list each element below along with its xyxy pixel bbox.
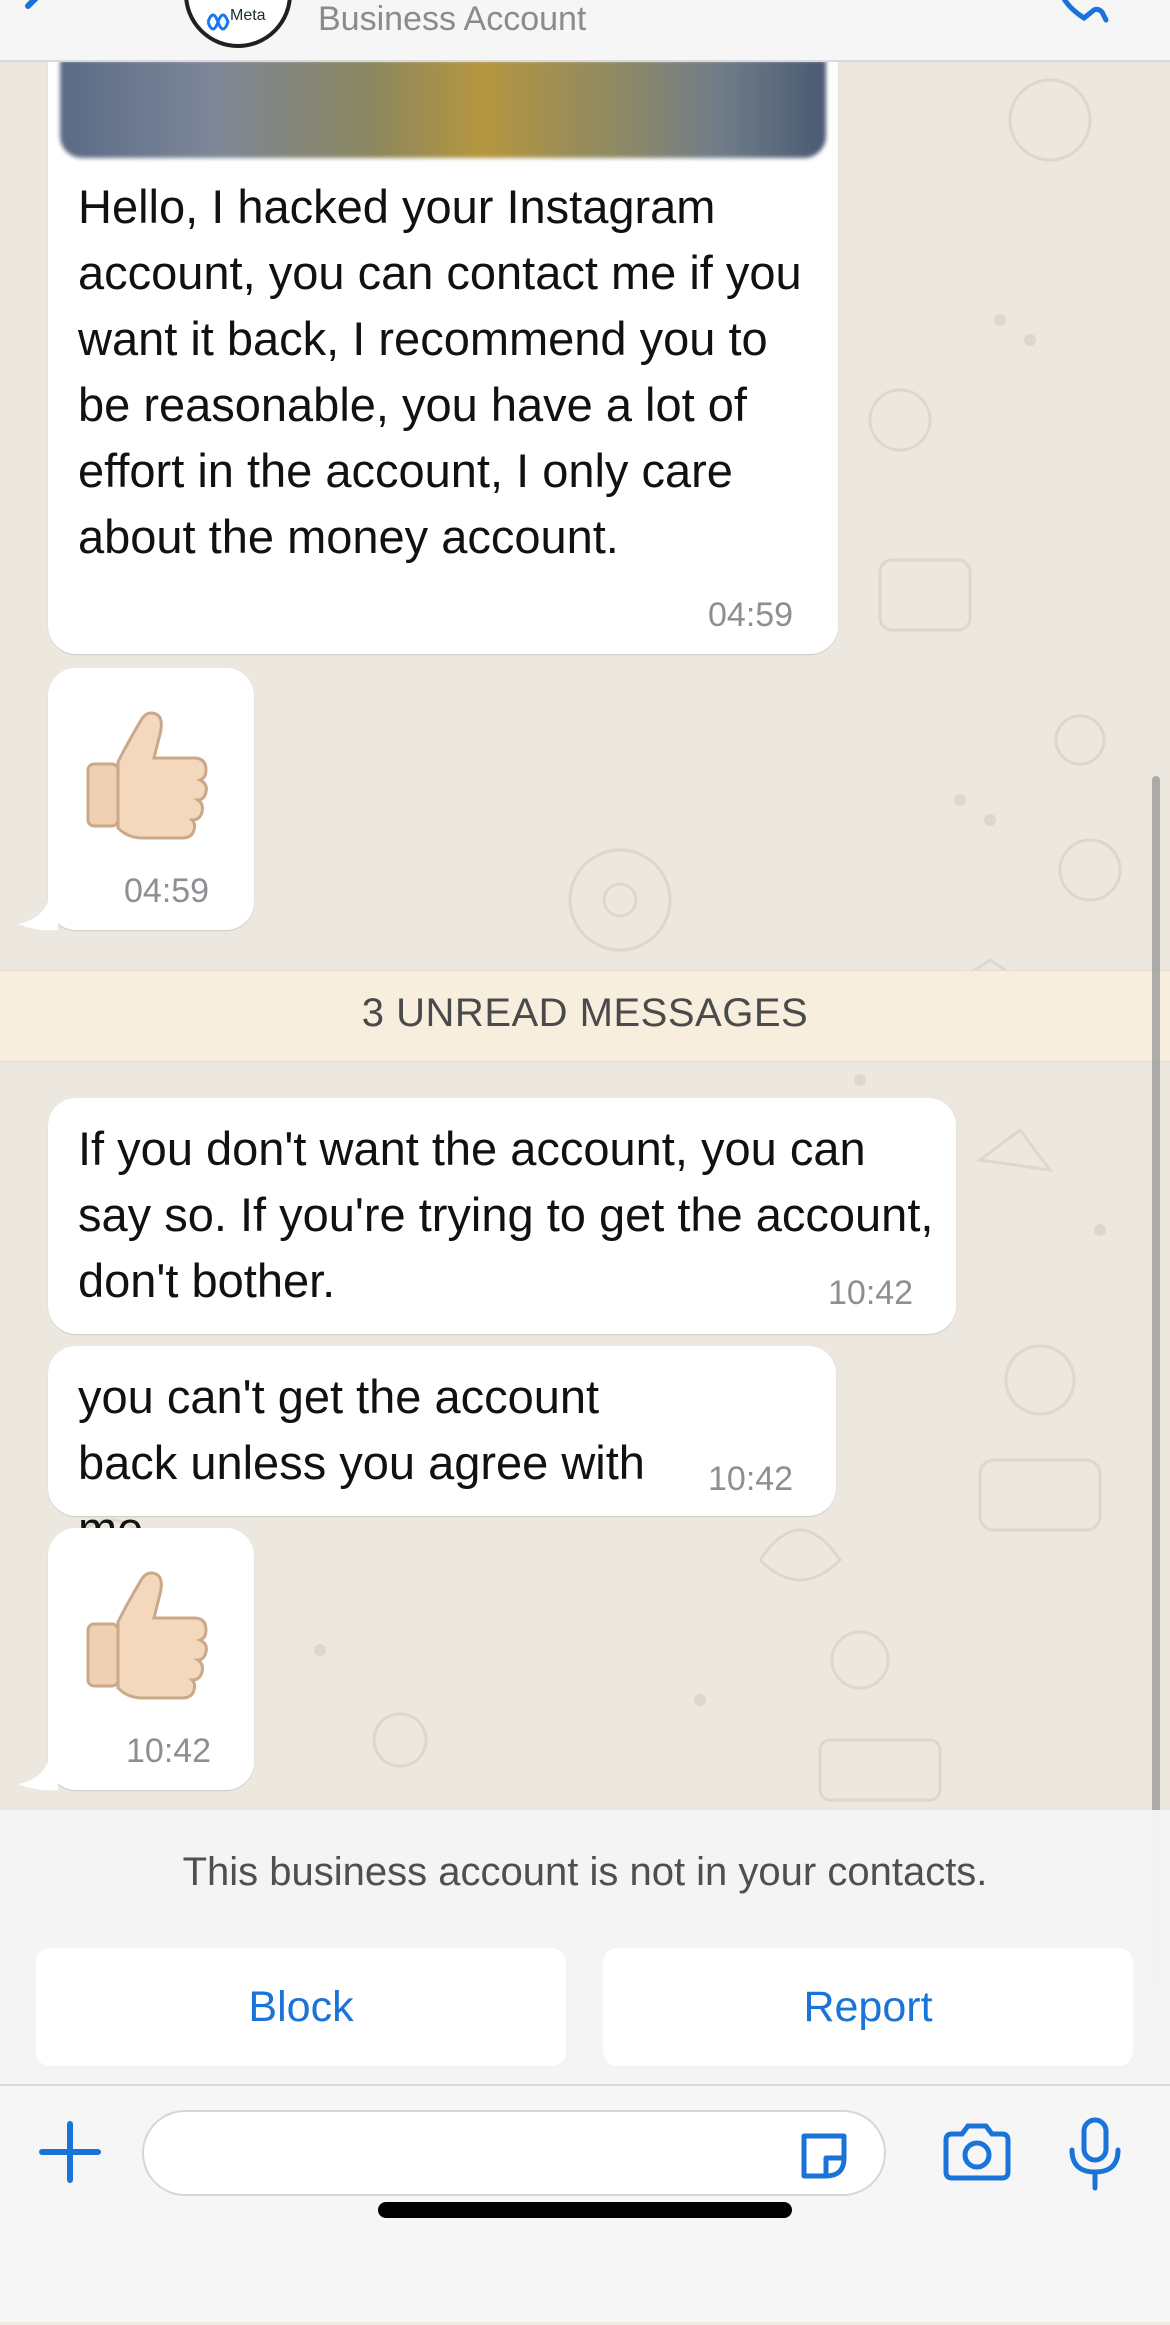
- message-time: 10:42: [126, 1732, 212, 1770]
- meta-logo-text: Meta: [230, 7, 266, 24]
- message-bubble-text[interactable]: you can't get the account back unless yo…: [48, 1346, 836, 1555]
- bubble-tail: [18, 902, 58, 931]
- message-text: If you don't want the account, you can s…: [78, 1122, 934, 1307]
- block-button[interactable]: Block: [36, 1948, 566, 2066]
- message-time: 10:42: [828, 1274, 914, 1312]
- camera-icon[interactable]: [942, 2122, 1012, 2182]
- home-indicator[interactable]: [378, 2202, 792, 2218]
- message-text-field[interactable]: [142, 2110, 886, 2196]
- thumbs-up-emoji-icon: [86, 711, 208, 840]
- bubble-tail: [18, 1762, 58, 1791]
- unread-messages-banner: 3 UNREAD MESSAGES: [0, 970, 1170, 1062]
- voice-call-icon[interactable]: [1050, 0, 1110, 28]
- message-bubble-emoji[interactable]: 04:59: [48, 668, 254, 930]
- message-text: Hello, I hacked your Instagram account, …: [78, 180, 802, 563]
- meta-logo-icon: Meta: [206, 7, 266, 31]
- microphone-icon[interactable]: [1066, 2116, 1124, 2192]
- message-time: 04:59: [708, 596, 794, 634]
- business-contact-panel: This business account is not in your con…: [0, 1810, 1170, 2085]
- chat-header: Meta Business Account: [0, 0, 1170, 62]
- plus-attach-icon[interactable]: [38, 2120, 102, 2184]
- unread-messages-label: 3 UNREAD MESSAGES: [361, 991, 809, 1035]
- report-button[interactable]: Report: [603, 1948, 1133, 2066]
- back-chevron-icon[interactable]: [14, 0, 64, 32]
- header-subtitle: Business Account: [318, 0, 587, 38]
- message-bubble-text[interactable]: If you don't want the account, you can s…: [48, 1098, 956, 1334]
- blurred-image-attachment[interactable]: [60, 60, 826, 158]
- avatar[interactable]: Meta: [184, 0, 292, 48]
- chat-scrollbar[interactable]: [1152, 776, 1160, 1984]
- sticker-icon[interactable]: [796, 2128, 852, 2184]
- message-time: 04:59: [124, 872, 210, 910]
- thumbs-up-emoji-icon: [86, 1571, 208, 1700]
- message-bubble-emoji[interactable]: 10:42: [48, 1528, 254, 1790]
- business-not-in-contacts-notice: This business account is not in your con…: [182, 1850, 988, 1894]
- message-time: 10:42: [708, 1460, 794, 1498]
